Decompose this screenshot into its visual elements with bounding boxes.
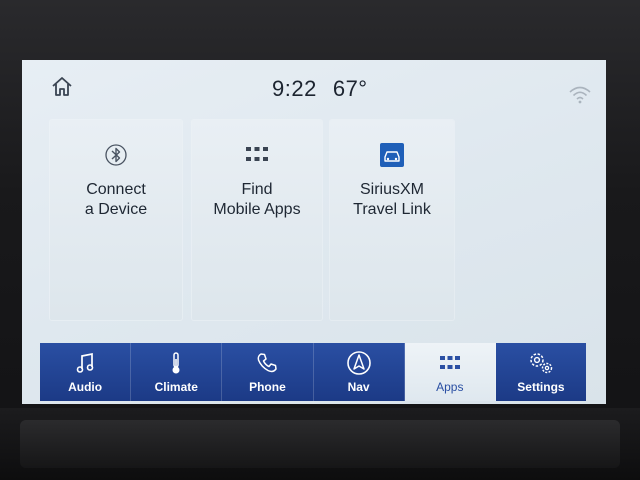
home-icon	[52, 77, 72, 96]
tile-label-line2: Travel Link	[353, 201, 431, 218]
compass-icon	[346, 351, 371, 375]
tile-label-line1: SiriusXM	[359, 181, 424, 198]
gear-icon	[530, 353, 553, 374]
nav-navigation[interactable]: Nav	[314, 343, 405, 401]
tile-label-line2: Mobile Apps	[213, 201, 301, 218]
nav-label: Audio	[68, 380, 103, 394]
nav-phone[interactable]: Phone	[222, 343, 314, 401]
home-button[interactable]	[42, 70, 82, 102]
tile-label-line2: a Device	[84, 201, 148, 218]
status-bar: 9:22 67°	[22, 60, 606, 112]
grid-icon	[439, 356, 460, 369]
nav-audio[interactable]: Audio	[40, 343, 132, 401]
bluetooth-icon	[105, 144, 127, 166]
bezel-ledge	[20, 420, 620, 468]
tile-label-line1: Connect	[86, 181, 146, 198]
wifi-icon	[569, 86, 591, 104]
bottom-nav-bar: Audio Climate Phone Nav Apps Settings	[40, 343, 586, 401]
nav-climate[interactable]: Climate	[131, 343, 223, 401]
music-note-icon	[76, 352, 94, 373]
nav-label: Climate	[154, 380, 198, 394]
nav-settings[interactable]: Settings	[496, 343, 586, 401]
nav-label: Apps	[436, 380, 464, 394]
thermometer-icon	[172, 352, 180, 374]
nav-label: Phone	[249, 380, 286, 394]
grid-icon	[246, 147, 268, 161]
car-icon	[380, 143, 404, 167]
nav-label: Settings	[517, 380, 565, 394]
connect-device-tile[interactable]: Connect a Device	[50, 120, 182, 320]
find-mobile-apps-tile[interactable]: Find Mobile Apps	[192, 120, 322, 320]
clock-temperature: 9:22 67°	[272, 74, 422, 104]
siriusxm-travel-link-tile[interactable]: SiriusXM Travel Link	[330, 120, 454, 320]
clock: 9:22	[272, 76, 317, 101]
nav-label: Nav	[347, 380, 370, 394]
tile-label-line1: Find	[241, 181, 273, 198]
phone-icon	[257, 353, 278, 373]
touchscreen: 9:22 67° Connect a Device Find Mobile Ap…	[22, 60, 606, 404]
nav-apps[interactable]: Apps	[404, 343, 496, 401]
outside-temperature: 67°	[332, 76, 368, 101]
